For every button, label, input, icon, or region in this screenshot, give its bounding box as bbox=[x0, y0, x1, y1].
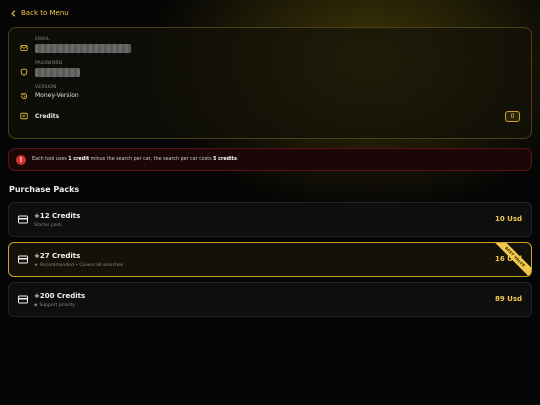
password-row: PASSWORD bbox=[20, 61, 80, 77]
account-card: EMAIL PASSWORD VERSION Money-Version Cre… bbox=[8, 27, 532, 139]
password-label: PASSWORD bbox=[35, 61, 63, 66]
password-value-redacted bbox=[35, 68, 80, 77]
mail-icon bbox=[20, 44, 28, 52]
pack-subtitle-text: Support priority bbox=[39, 303, 75, 308]
pack-title: +200 Credits bbox=[34, 292, 86, 300]
purchase-packs-title: Purchase Packs bbox=[9, 185, 80, 194]
shield-icon bbox=[20, 68, 28, 76]
pack-title: +12 Credits bbox=[34, 212, 81, 220]
credit-card-icon bbox=[18, 215, 28, 224]
email-row: EMAIL bbox=[20, 37, 131, 53]
credit-card-icon bbox=[18, 255, 28, 264]
email-value-redacted bbox=[35, 44, 131, 53]
pack-title: +27 Credits bbox=[34, 252, 81, 260]
credits-row: Credits bbox=[20, 112, 59, 120]
alert-text-prefix: Each tool uses bbox=[32, 157, 69, 162]
pack-12-credits[interactable]: +12 Credits Starter pack 10 Usd bbox=[8, 202, 532, 237]
pack-subtitle-text: Recommended • Covers all searches bbox=[40, 263, 124, 268]
version-row: VERSION Money-Version bbox=[20, 85, 79, 100]
pack-subtitle: Starter pack bbox=[34, 223, 62, 228]
credit-card-icon bbox=[18, 295, 28, 304]
alert-text-middle: minus the search per car, the search per… bbox=[89, 157, 214, 162]
back-label: Back to Menu bbox=[21, 9, 69, 17]
back-to-menu-link[interactable]: Back to Menu bbox=[10, 9, 69, 17]
pack-subtitle: ★ Recommended • Covers all searches bbox=[34, 263, 123, 268]
alert-text: Each tool uses 1 credit minus the search… bbox=[32, 157, 238, 162]
wallet-icon bbox=[20, 112, 28, 120]
history-icon bbox=[20, 92, 28, 100]
alert-text-bold1: 1 credit bbox=[68, 157, 90, 162]
pack-subtitle: ◆ Support priority bbox=[34, 303, 75, 308]
alert-text-suffix: . bbox=[236, 157, 239, 162]
credits-count-badge: 0 bbox=[505, 111, 520, 122]
star-icon: ★ bbox=[34, 263, 39, 268]
pack-price: 89 Usd bbox=[494, 295, 522, 303]
credit-usage-alert: ! Each tool uses 1 credit minus the sear… bbox=[8, 148, 532, 171]
credits-label: Credits bbox=[35, 112, 60, 120]
version-value: Money-Version bbox=[35, 92, 79, 99]
alert-icon: ! bbox=[16, 154, 26, 165]
pack-price: 10 Usd bbox=[494, 215, 522, 223]
pack-27-credits[interactable]: +27 Credits ★ Recommended • Covers all se… bbox=[8, 242, 532, 277]
alert-text-bold2: 5 credits bbox=[213, 157, 237, 162]
version-label: VERSION bbox=[35, 85, 57, 90]
pack-200-credits[interactable]: +200 Credits ◆ Support priority 89 Usd bbox=[8, 282, 532, 317]
email-label: EMAIL bbox=[35, 37, 50, 42]
chevron-left-icon bbox=[11, 9, 16, 17]
diamond-icon: ◆ bbox=[34, 303, 38, 308]
